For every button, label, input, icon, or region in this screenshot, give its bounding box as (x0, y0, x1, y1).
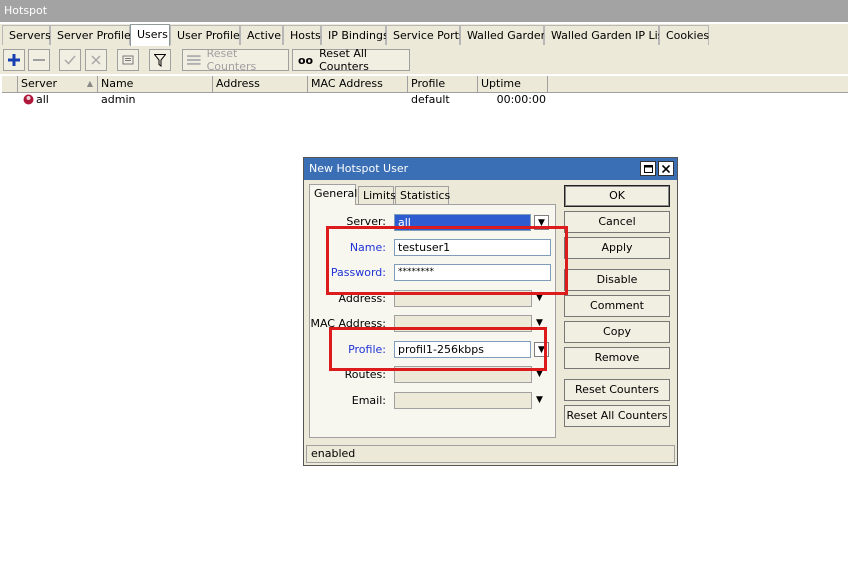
new-hotspot-user-dialog: New Hotspot User General Limits Statisti… (303, 157, 678, 466)
remove-button[interactable] (28, 49, 50, 71)
highlight-box-profile (329, 327, 547, 371)
maximize-icon (643, 164, 653, 173)
tab-users[interactable]: Users (130, 24, 170, 46)
tab-ip-bindings[interactable]: IP Bindings (321, 25, 389, 45)
disable-button[interactable] (85, 49, 107, 71)
comment-icon (122, 55, 134, 65)
tab-walled-garden[interactable]: Walled Garden (460, 25, 548, 45)
sort-ascending-icon: ▲ (86, 79, 93, 88)
server-status-icon (23, 94, 34, 105)
filter-button[interactable] (149, 49, 171, 71)
ok-button[interactable]: OK (564, 185, 670, 207)
copy-button[interactable]: Copy (564, 321, 670, 343)
toolbar: Reset Counters oo Reset All Counters (0, 46, 848, 74)
maximize-button[interactable] (640, 161, 656, 176)
column-header-mac-address[interactable]: MAC Address (308, 76, 408, 92)
highlight-box-credentials (326, 226, 568, 295)
column-header-address[interactable]: Address (213, 76, 308, 92)
tab-user-profiles[interactable]: User Profiles (170, 25, 246, 45)
cancel-button[interactable]: Cancel (564, 211, 670, 233)
tab-walled-garden-ip-list[interactable]: Walled Garden IP List (544, 25, 668, 45)
window-title: Hotspot (0, 0, 848, 22)
cell-server: all (20, 93, 100, 107)
comment-button-dialog[interactable]: Comment (564, 295, 670, 317)
cell-mac-address (308, 93, 408, 107)
status-bar: enabled (306, 445, 675, 463)
dialog-tab-statistics[interactable]: Statistics (395, 186, 450, 204)
reset-counters-button-dialog[interactable]: Reset Counters (564, 379, 670, 401)
grid-header: Server ▲ Name Address MAC Address Profil… (2, 76, 848, 93)
comment-button[interactable] (117, 49, 139, 71)
email-field[interactable] (394, 392, 532, 409)
close-icon (662, 164, 670, 173)
dialog-title-text: New Hotspot User (309, 162, 409, 175)
reset-counters-label: Reset Counters (206, 47, 257, 73)
cross-icon (91, 55, 101, 65)
add-button[interactable] (3, 49, 25, 71)
cell-uptime: 00:00:00 (496, 93, 546, 106)
tab-service-ports[interactable]: Service Ports (386, 25, 465, 45)
cell-server-value: all (36, 93, 49, 106)
reset-counters-icon (187, 55, 201, 65)
email-dropdown-icon[interactable]: ▼ (536, 395, 543, 405)
tab-bar: Servers Server Profiles Users User Profi… (0, 24, 848, 47)
cell-profile: default (411, 93, 450, 106)
filter-icon (154, 53, 166, 67)
cell-name: admin (101, 93, 136, 106)
tab-hosts[interactable]: Hosts (283, 25, 321, 45)
disable-button-dialog[interactable]: Disable (564, 269, 670, 291)
plus-icon (8, 54, 20, 66)
column-header-server[interactable]: Server ▲ (18, 76, 98, 92)
reset-all-counters-button[interactable]: oo Reset All Counters (292, 47, 410, 73)
reset-all-counters-icon: oo (298, 53, 314, 67)
column-header-name[interactable]: Name (98, 76, 213, 92)
table-row[interactable]: all admin default 00:00:00 (2, 93, 848, 107)
column-flag-header[interactable] (2, 76, 18, 92)
tab-server-profiles[interactable]: Server Profiles (50, 25, 137, 45)
dialog-tab-general[interactable]: General (309, 184, 357, 205)
column-header-server-label: Server (21, 77, 58, 90)
tab-active[interactable]: Active (240, 25, 283, 45)
check-icon (64, 55, 76, 65)
apply-button[interactable]: Apply (564, 237, 670, 259)
reset-all-counters-label: Reset All Counters (319, 47, 369, 73)
enable-button[interactable] (59, 49, 81, 71)
remove-button-dialog[interactable]: Remove (564, 347, 670, 369)
cell-address (213, 93, 308, 107)
tab-cookies[interactable]: Cookies (659, 25, 709, 45)
reset-counters-button[interactable]: Reset Counters (182, 47, 289, 73)
email-label: Email: (351, 394, 386, 407)
column-header-uptime[interactable]: Uptime (478, 76, 548, 92)
dialog-tab-limits[interactable]: Limits (358, 186, 396, 204)
minus-icon (33, 59, 45, 61)
reset-all-counters-button-dialog[interactable]: Reset All Counters (564, 405, 670, 427)
tab-servers[interactable]: Servers (2, 25, 51, 45)
dialog-title: New Hotspot User (304, 158, 677, 180)
close-button[interactable] (658, 161, 674, 176)
column-header-profile[interactable]: Profile (408, 76, 478, 92)
